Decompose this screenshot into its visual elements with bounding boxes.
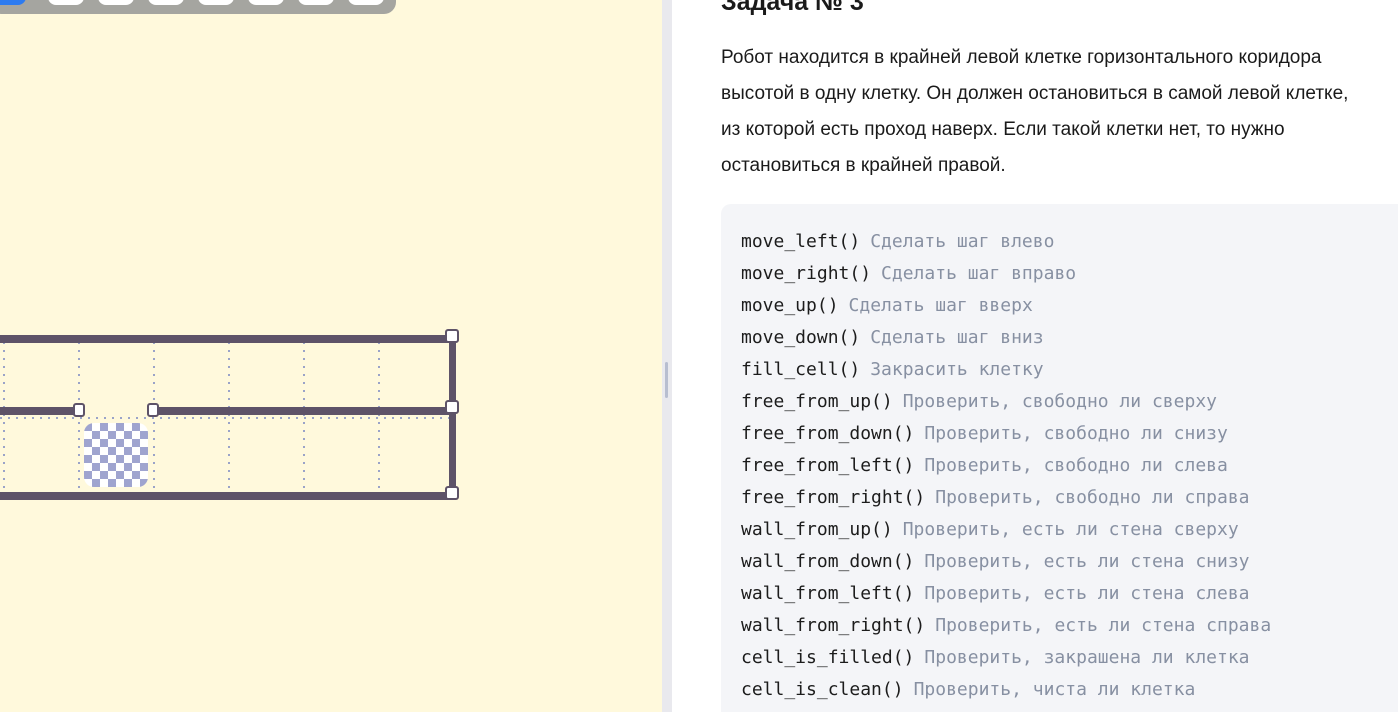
wall-bottom [0, 492, 454, 500]
api-function: wall_from_right() [741, 615, 926, 636]
api-description: Сделать шаг вправо [881, 263, 1077, 284]
checkered-flag-icon [84, 423, 148, 487]
api-function: cell_is_filled() [741, 647, 915, 668]
task-description-line: остановиться в крайней правой. [721, 155, 1006, 176]
robot-field [0, 329, 459, 500]
api-item: move_up() Сделать шаг вверх [741, 290, 1271, 322]
api-description: Закрасить клетку [870, 359, 1044, 380]
api-function: cell_is_clean() [741, 679, 904, 700]
api-function: free_from_up() [741, 391, 893, 412]
api-item: free_from_down() Проверить, свободно ли с… [741, 418, 1271, 450]
wall-joint [445, 400, 459, 414]
api-item: wall_from_down() Проверить, есть ли стена… [741, 546, 1271, 578]
task-description: Робот находится в крайней левой клетке г… [721, 40, 1398, 184]
task-panel: Задача № 3 Робот находится в крайней лев… [672, 0, 1398, 712]
api-description: Проверить, свободно ли справа [935, 487, 1250, 508]
api-description: Проверить, свободно ли сверху [902, 391, 1217, 412]
api-reference: move_left() Сделать шаг влево move_right(… [721, 204, 1398, 712]
wall-joint [73, 403, 85, 417]
api-description: Сделать шаг вверх [848, 295, 1033, 316]
api-item: move_right() Сделать шаг вправо [741, 258, 1271, 290]
api-item: wall_from_up() Проверить, есть ли стена с… [741, 514, 1271, 546]
api-description: Проверить, закрашена ли клетка [924, 647, 1250, 668]
task-description-line: высотой в одну клетку. Он должен останов… [721, 83, 1349, 104]
api-item: cell_is_clean() Проверить, чиста ли клетк… [741, 674, 1271, 706]
api-description: Проверить, есть ли стена снизу [924, 551, 1250, 572]
task-title: Задача № 3 [721, 0, 864, 16]
api-item: move_left() Сделать шаг влево [741, 226, 1271, 258]
api-description: Сделать шаг влево [870, 231, 1055, 252]
api-description: Сделать шаг вниз [870, 327, 1044, 348]
api-function: wall_from_left() [741, 583, 915, 604]
api-function: move_left() [741, 231, 861, 252]
api-item: cell_is_filled() Проверить, закрашена ли … [741, 642, 1271, 674]
wall-joint [445, 329, 459, 343]
api-function: wall_from_up() [741, 519, 893, 540]
wall-joint [147, 403, 159, 417]
api-description: Проверить, есть ли стена слева [924, 583, 1250, 604]
grid-lines [0, 342, 450, 492]
panel-resizer[interactable] [662, 0, 672, 712]
api-item: fill_cell() Закрасить клетку [741, 354, 1271, 386]
api-function: wall_from_down() [741, 551, 915, 572]
api-function: free_from_down() [741, 423, 915, 444]
api-item: free_from_left() Проверить, свободно ли с… [741, 450, 1271, 482]
api-function: move_down() [741, 327, 861, 348]
api-function: move_right() [741, 263, 872, 284]
api-function: fill_cell() [741, 359, 861, 380]
api-description: Проверить, есть ли стена справа [935, 615, 1272, 636]
wall-middle-right [153, 407, 454, 415]
api-item: wall_from_left() Проверить, есть ли стена… [741, 578, 1271, 610]
api-item: move_down() Сделать шаг вниз [741, 322, 1271, 354]
api-function: move_up() [741, 295, 839, 316]
wall-right [449, 335, 456, 500]
wall-middle-left [0, 407, 78, 415]
api-item: wall_from_right() Проверить, есть ли стен… [741, 610, 1271, 642]
wall-top [0, 335, 454, 343]
api-item: free_from_right() Проверить, свободно ли … [741, 482, 1271, 514]
api-function: free_from_left() [741, 455, 915, 476]
field-panel [0, 0, 662, 712]
api-description: Проверить, чиста ли клетка [913, 679, 1196, 700]
api-description: Проверить, свободно ли снизу [924, 423, 1228, 444]
api-item: free_from_up() Проверить, свободно ли све… [741, 386, 1271, 418]
task-description-line: Робот находится в крайней левой клетке г… [721, 47, 1322, 68]
api-description: Проверить, есть ли стена сверху [902, 519, 1239, 540]
api-description: Проверить, свободно ли слева [924, 455, 1228, 476]
api-function: free_from_right() [741, 487, 926, 508]
task-description-line: из которой есть проход наверх. Если тако… [721, 119, 1285, 140]
resize-handle[interactable] [665, 362, 668, 398]
api-list: move_left() Сделать шаг влево move_right(… [741, 226, 1271, 706]
wall-joint [445, 486, 459, 500]
